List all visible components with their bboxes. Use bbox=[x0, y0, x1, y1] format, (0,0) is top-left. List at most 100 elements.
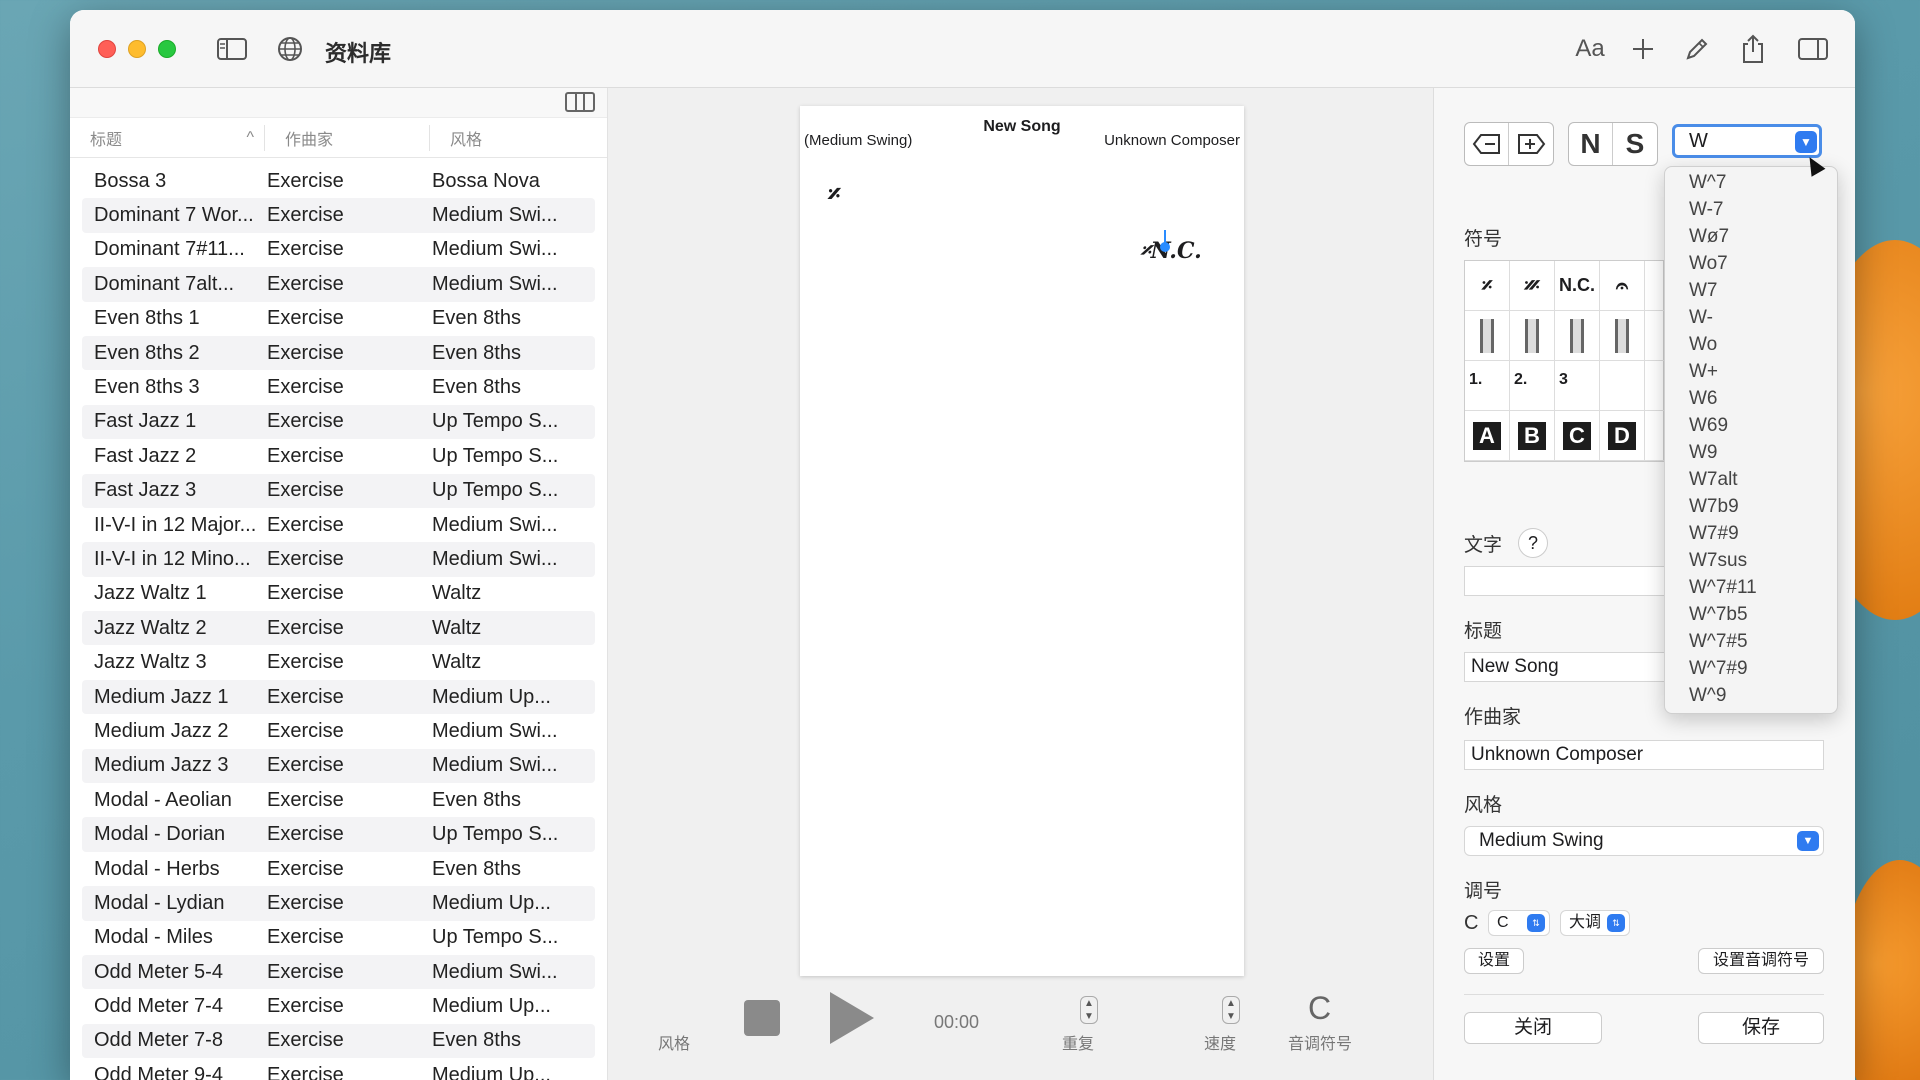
chevron-down-icon[interactable]: ▼ bbox=[1795, 131, 1817, 153]
inspector-toggle-icon[interactable] bbox=[1796, 32, 1830, 66]
table-row[interactable]: Fast Jazz 1 Exercise Up Tempo S... bbox=[82, 404, 595, 440]
globe-icon[interactable] bbox=[275, 32, 305, 66]
chord-suggestion-item[interactable]: W7alt bbox=[1665, 466, 1837, 493]
n-button[interactable]: N bbox=[1569, 123, 1613, 165]
s-button[interactable]: S bbox=[1613, 123, 1657, 165]
table-row[interactable]: Odd Meter 9-4 Exercise Medium Up... bbox=[82, 1058, 595, 1080]
second-ending-button[interactable]: 2. bbox=[1510, 361, 1555, 411]
table-row[interactable]: Medium Jazz 3 Exercise Medium Swi... bbox=[82, 748, 595, 784]
mode-select[interactable]: 大调 ⇅ bbox=[1560, 910, 1630, 936]
chord-suggestion-item[interactable]: W^7#9 bbox=[1665, 655, 1837, 682]
chord-suggestion-item[interactable]: W6 bbox=[1665, 385, 1837, 412]
chord-suggestion-item[interactable]: W69 bbox=[1665, 412, 1837, 439]
final-barline-icon[interactable] bbox=[1645, 311, 1665, 361]
chord-suggestion-item[interactable]: W^9 bbox=[1665, 682, 1837, 709]
help-button[interactable]: ? bbox=[1518, 528, 1548, 558]
table-row[interactable]: Fast Jazz 2 Exercise Up Tempo S... bbox=[82, 439, 595, 473]
chord-suggestion-item[interactable]: W7sus bbox=[1665, 547, 1837, 574]
table-row[interactable]: Modal - Lydian Exercise Medium Up... bbox=[82, 886, 595, 921]
set-key-signature-button[interactable]: 设置音调符号 bbox=[1698, 948, 1824, 974]
table-row[interactable]: Odd Meter 5-4 Exercise Medium Swi... bbox=[82, 954, 595, 990]
chord-suggestion-item[interactable]: W-7 bbox=[1665, 196, 1837, 223]
close-window-button[interactable] bbox=[98, 40, 116, 58]
style-label[interactable]: 风格 bbox=[658, 1030, 690, 1054]
table-row[interactable]: Bossa 3 Exercise Bossa Nova bbox=[82, 164, 595, 198]
chord-suggestion-item[interactable]: W+ bbox=[1665, 358, 1837, 385]
third-ending-button[interactable]: 3 bbox=[1555, 361, 1600, 411]
rehearsal-mark-d[interactable]: D bbox=[1600, 411, 1645, 461]
single-barline-icon[interactable] bbox=[1465, 311, 1510, 361]
table-row[interactable]: Modal - Herbs Exercise Even 8ths bbox=[82, 852, 595, 886]
minimize-window-button[interactable] bbox=[128, 40, 146, 58]
tempo-stepper[interactable]: ▲ ▼ bbox=[1222, 996, 1240, 1024]
chord-suggestion-item[interactable]: W7#9 bbox=[1665, 520, 1837, 547]
chord-suggestion-item[interactable]: W^7#11 bbox=[1665, 574, 1837, 601]
table-row[interactable]: Even 8ths 1 Exercise Even 8ths bbox=[82, 302, 595, 336]
set-button[interactable]: 设置 bbox=[1464, 948, 1524, 974]
table-row[interactable]: Dominant 7alt... Exercise Medium Swi... bbox=[82, 267, 595, 302]
repeat-one-bar-icon[interactable]: 𝄎 bbox=[1465, 261, 1510, 311]
table-row[interactable]: Odd Meter 7-4 Exercise Medium Up... bbox=[82, 989, 595, 1023]
table-row[interactable]: Dominant 7#11... Exercise Medium Swi... bbox=[82, 233, 595, 267]
zoom-window-button[interactable] bbox=[158, 40, 176, 58]
pencil-icon[interactable] bbox=[1682, 32, 1712, 66]
table-row[interactable]: Dominant 7 Wor... Exercise Medium Swi... bbox=[82, 198, 595, 233]
repeat-start-icon[interactable] bbox=[1555, 311, 1600, 361]
table-row[interactable]: Jazz Waltz 1 Exercise Waltz bbox=[82, 577, 595, 611]
table-row[interactable]: Odd Meter 7-8 Exercise Even 8ths bbox=[82, 1023, 595, 1059]
chord-suggestion-item[interactable]: Wø7 bbox=[1665, 223, 1837, 250]
rehearsal-mark-b[interactable]: B bbox=[1510, 411, 1555, 461]
table-row[interactable]: II-V-I in 12 Mino... Exercise Medium Swi..… bbox=[82, 542, 595, 577]
composer-field[interactable]: Unknown Composer bbox=[1464, 740, 1824, 770]
table-row[interactable]: Modal - Dorian Exercise Up Tempo S... bbox=[82, 817, 595, 852]
chord-suggestion-item[interactable]: Wo bbox=[1665, 331, 1837, 358]
chord-suggestion-item[interactable]: W^7#5 bbox=[1665, 628, 1837, 655]
key-symbol[interactable]: C bbox=[1308, 990, 1331, 1027]
table-row[interactable]: Jazz Waltz 2 Exercise Waltz bbox=[82, 611, 595, 646]
chord-suggestion-item[interactable]: W^7b5 bbox=[1665, 601, 1837, 628]
delete-left-button[interactable] bbox=[1465, 123, 1509, 165]
repeat-two-bars-icon[interactable]: 𝄏 bbox=[1510, 261, 1555, 311]
close-button[interactable]: 关闭 bbox=[1464, 1012, 1602, 1044]
chord-suggestion-item[interactable]: W7b9 bbox=[1665, 493, 1837, 520]
repeat-measure-symbol[interactable]: 𝄎 bbox=[828, 180, 841, 211]
columns-icon[interactable] bbox=[565, 92, 595, 112]
chord-suggestion-item[interactable]: W- bbox=[1665, 304, 1837, 331]
chord-suggestion-item[interactable]: W7 bbox=[1665, 277, 1837, 304]
first-ending-button[interactable]: 1. bbox=[1465, 361, 1510, 411]
table-row[interactable]: Medium Jazz 1 Exercise Medium Up... bbox=[82, 679, 595, 715]
double-barline-icon[interactable] bbox=[1510, 311, 1555, 361]
font-button[interactable]: Aa bbox=[1570, 32, 1610, 66]
table-row[interactable]: Fast Jazz 3 Exercise Up Tempo S... bbox=[82, 473, 595, 508]
rehearsal-mark-a[interactable]: A bbox=[1465, 411, 1510, 461]
table-row[interactable]: Medium Jazz 2 Exercise Medium Swi... bbox=[82, 714, 595, 748]
insert-button[interactable] bbox=[1509, 123, 1553, 165]
table-row[interactable]: Even 8ths 3 Exercise Even 8ths bbox=[82, 370, 595, 404]
share-icon[interactable] bbox=[1738, 32, 1768, 66]
chord-input[interactable]: W ▼ bbox=[1672, 124, 1822, 158]
table-row[interactable]: Modal - Aeolian Exercise Even 8ths bbox=[82, 783, 595, 817]
style-select[interactable]: Medium Swing ▼ bbox=[1464, 826, 1824, 856]
key-select[interactable]: C ⇅ bbox=[1488, 910, 1550, 936]
sidebar-toggle-icon[interactable] bbox=[215, 32, 249, 66]
rehearsal-mark-more[interactable] bbox=[1645, 411, 1665, 461]
chord-suggestion-item[interactable]: W9 bbox=[1665, 439, 1837, 466]
fermata-icon[interactable]: 𝄐 bbox=[1600, 261, 1645, 311]
no-chord-button[interactable]: N.C. bbox=[1555, 261, 1600, 311]
more-symbols-icon[interactable] bbox=[1645, 261, 1665, 311]
chord-suggestion-item[interactable]: Wo7 bbox=[1665, 250, 1837, 277]
table-row[interactable]: Jazz Waltz 3 Exercise Waltz bbox=[82, 645, 595, 679]
stop-button[interactable] bbox=[744, 1000, 780, 1036]
add-icon[interactable] bbox=[1628, 32, 1658, 66]
save-button[interactable]: 保存 bbox=[1698, 1012, 1824, 1044]
play-button[interactable] bbox=[830, 992, 874, 1044]
table-row[interactable]: II-V-I in 12 Major... Exercise Medium Swi.… bbox=[82, 508, 595, 542]
column-header-title[interactable]: 标题 ^ bbox=[70, 124, 265, 151]
table-row[interactable]: Modal - Miles Exercise Up Tempo S... bbox=[82, 921, 595, 955]
repeat-end-icon[interactable] bbox=[1600, 311, 1645, 361]
table-row[interactable]: Even 8ths 2 Exercise Even 8ths bbox=[82, 335, 595, 371]
column-header-composer[interactable]: 作曲家 bbox=[265, 124, 430, 151]
lead-sheet[interactable]: (Medium Swing) New Song Unknown Composer… bbox=[800, 106, 1244, 976]
chord-suggestion-item[interactable]: W^9#11 bbox=[1665, 709, 1837, 713]
rehearsal-mark-c[interactable]: C bbox=[1555, 411, 1600, 461]
